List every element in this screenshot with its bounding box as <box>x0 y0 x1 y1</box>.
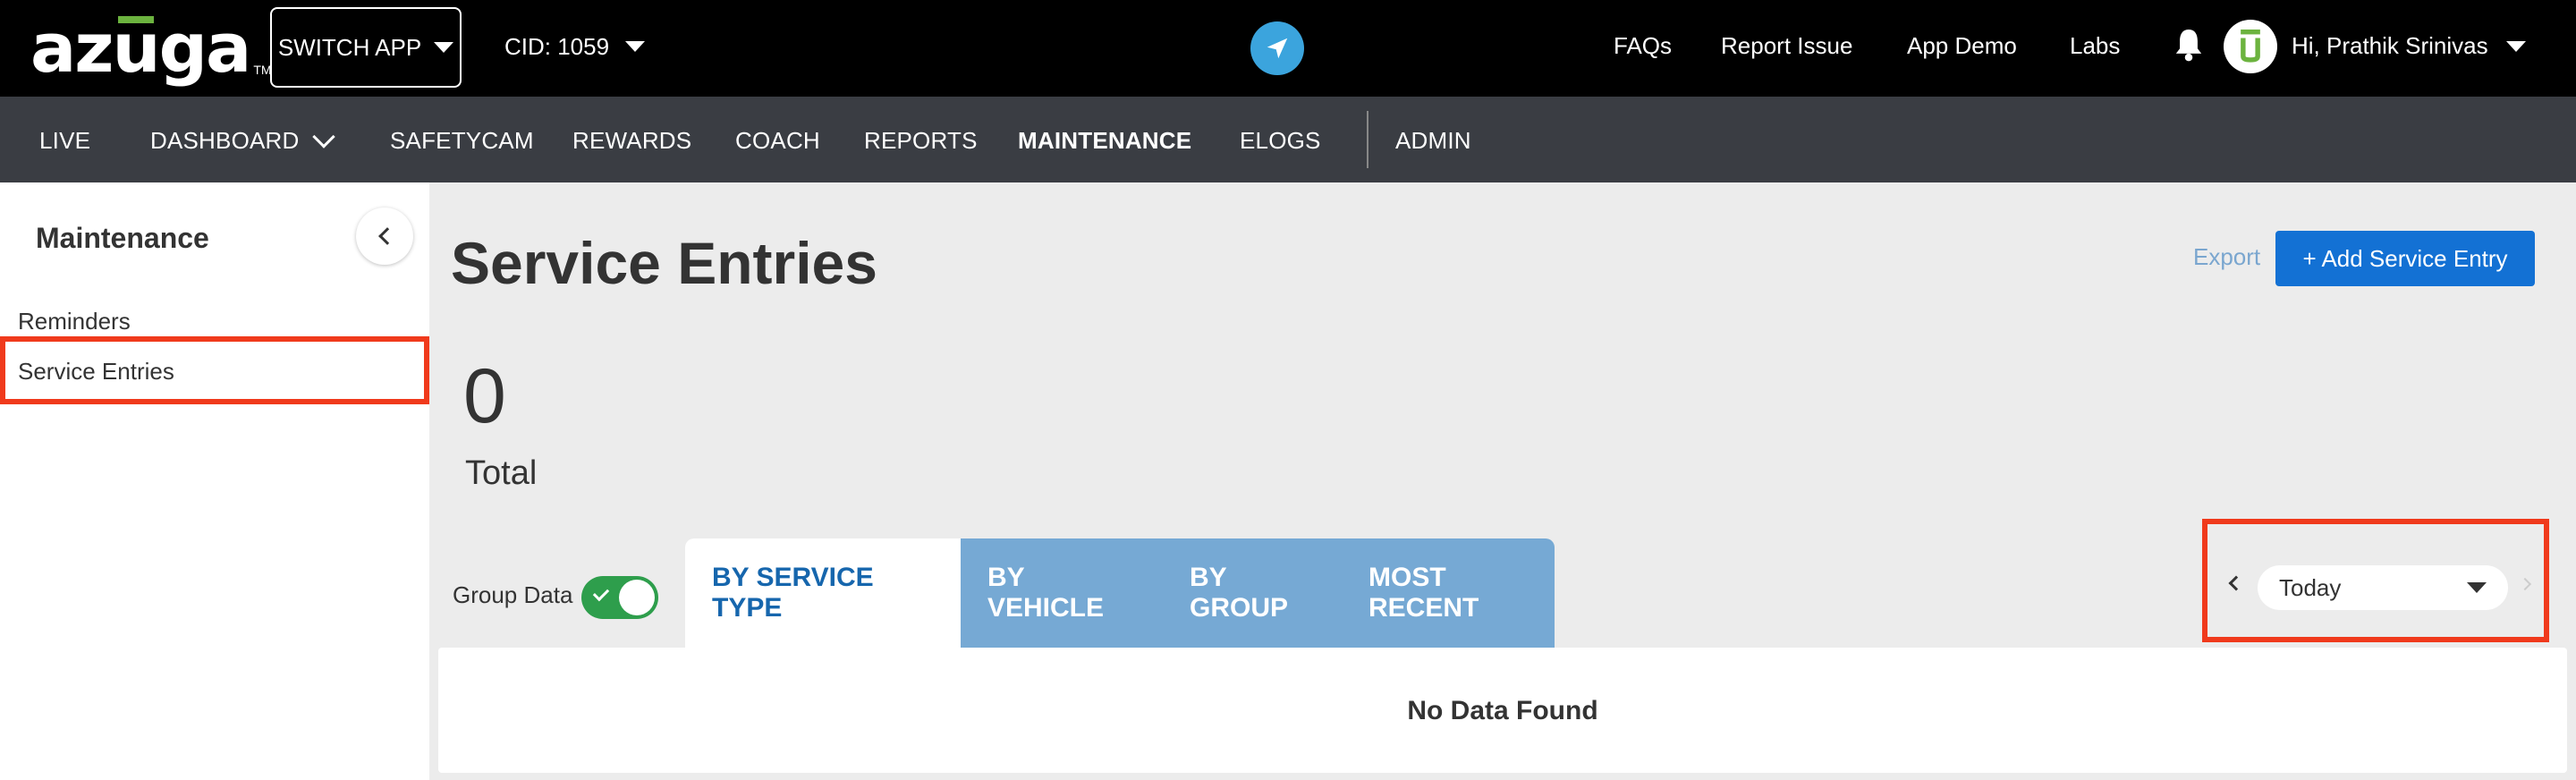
total-count: 0 <box>463 353 506 439</box>
group-data-toggle[interactable] <box>581 576 658 619</box>
caret-down-icon <box>625 41 646 52</box>
sidebar: Maintenance Reminders Service Entries <box>0 182 429 780</box>
nav-divider <box>1367 111 1368 168</box>
collapse-sidebar-button[interactable] <box>356 208 413 265</box>
total-label: Total <box>465 454 538 492</box>
report-issue-link[interactable]: Report Issue <box>1721 32 1852 60</box>
avatar[interactable] <box>2224 20 2277 73</box>
nav-maintenance[interactable]: MAINTENANCE <box>1018 127 1191 155</box>
caret-down-icon <box>2505 40 2526 52</box>
nav-safetycam[interactable]: SAFETYCAM <box>390 127 534 155</box>
switch-app-label: SWITCH APP <box>277 33 422 61</box>
nav-elogs[interactable]: ELOGS <box>1240 127 1321 155</box>
nav-coach[interactable]: COACH <box>735 127 820 155</box>
tab-most-recent[interactable]: MOST RECENT <box>1342 538 1555 648</box>
page-title: Service Entries <box>451 230 877 296</box>
export-link[interactable]: Export <box>2193 243 2260 271</box>
faqs-link[interactable]: FAQs <box>1614 32 1672 60</box>
tab-by-group[interactable]: BY GROUP <box>1163 538 1342 648</box>
bell-icon[interactable] <box>2174 27 2204 67</box>
logo-text: azuga <box>30 8 251 88</box>
check-icon <box>592 584 610 602</box>
tab-by-service-type[interactable]: BY SERVICE TYPE <box>685 538 961 648</box>
nav-admin[interactable]: ADMIN <box>1395 127 1471 155</box>
group-data-label: Group Data <box>453 581 573 608</box>
data-panel: No Data Found <box>438 648 2567 773</box>
user-greeting: Hi, Prathik Srinivas <box>2292 32 2488 59</box>
nav-live[interactable]: LIVE <box>39 127 90 155</box>
app-demo-link[interactable]: App Demo <box>1907 32 2017 60</box>
tab-bar: BY SERVICE TYPE BY VEHICLE BY GROUP MOST… <box>685 538 1555 648</box>
main-nav: LIVE DASHBOARD SAFETYCAM REWARDS COACH R… <box>0 97 2576 182</box>
empty-state-message: No Data Found <box>1407 696 1598 725</box>
date-range-value: Today <box>2279 573 2342 601</box>
switch-app-button[interactable]: SWITCH APP <box>270 7 462 88</box>
azuga-logo[interactable]: azuga TM <box>30 11 272 82</box>
labs-link[interactable]: Labs <box>2070 32 2120 60</box>
cid-selector[interactable]: CID: 1059 <box>504 0 646 93</box>
logo-tm: TM <box>253 63 272 77</box>
caret-down-icon <box>2467 582 2487 593</box>
sidebar-title: Maintenance <box>36 222 209 254</box>
top-bar: azuga TM SWITCH APP CID: 1059 FAQs Repor… <box>0 0 2576 97</box>
nav-rewards[interactable]: REWARDS <box>572 127 691 155</box>
tab-by-vehicle[interactable]: BY VEHICLE <box>961 538 1163 648</box>
nav-dashboard-label: DASHBOARD <box>150 127 300 154</box>
selection-highlight <box>0 336 429 404</box>
chevron-down-icon <box>311 124 335 148</box>
caret-down-icon <box>434 42 454 53</box>
nav-reports[interactable]: REPORTS <box>864 127 978 155</box>
toggle-knob <box>619 580 655 615</box>
add-service-entry-button[interactable]: + Add Service Entry <box>2275 231 2535 286</box>
user-menu[interactable]: Hi, Prathik Srinivas <box>2292 32 2526 60</box>
navigation-arrow-icon[interactable] <box>1250 21 1304 75</box>
cid-label: CID: 1059 <box>504 32 610 60</box>
date-range-select[interactable]: Today <box>2258 565 2508 610</box>
chevron-left-icon <box>378 227 396 245</box>
sidebar-item-reminders[interactable]: Reminders <box>18 308 131 335</box>
nav-dashboard[interactable]: DASHBOARD <box>150 124 335 155</box>
